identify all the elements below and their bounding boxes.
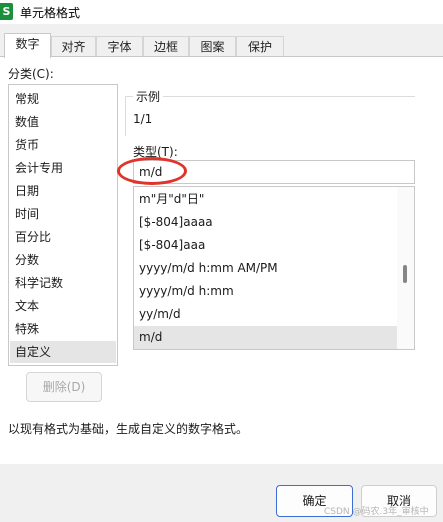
format-item[interactable]: [$-804]aaaa — [134, 211, 397, 234]
format-item-selected[interactable]: m/d — [134, 326, 397, 349]
category-item-custom[interactable]: 自定义 — [10, 341, 116, 363]
category-item-number[interactable]: 数值 — [10, 111, 116, 133]
tab-border[interactable]: 边框 — [143, 36, 189, 57]
category-item-currency[interactable]: 货币 — [10, 134, 116, 156]
tab-protection[interactable]: 保护 — [236, 36, 284, 57]
format-item[interactable]: yyyy/m/d h:mm — [134, 280, 397, 303]
category-item-fraction[interactable]: 分数 — [10, 249, 116, 271]
category-item-scientific[interactable]: 科学记数 — [10, 272, 116, 294]
tab-pattern[interactable]: 图案 — [189, 36, 236, 57]
category-item-time[interactable]: 时间 — [10, 203, 116, 225]
tab-alignment[interactable]: 对齐 — [51, 36, 96, 57]
format-list-scrollbar[interactable] — [397, 187, 414, 349]
sample-label: 示例 — [133, 88, 164, 105]
format-list[interactable]: m"月"d"日" [$-804]aaaa [$-804]aaa yyyy/m/d… — [133, 186, 415, 350]
type-label: 类型(T): — [133, 145, 178, 159]
category-item-percentage[interactable]: 百分比 — [10, 226, 116, 248]
category-item-general[interactable]: 常规 — [10, 88, 116, 110]
hint-text: 以现有格式为基础，生成自定义的数字格式。 — [8, 422, 249, 436]
category-item-date[interactable]: 日期 — [10, 180, 116, 202]
title-bar: S 单元格格式 — [0, 0, 443, 24]
format-item[interactable]: m"月"d"日" — [134, 188, 397, 211]
tab-font[interactable]: 字体 — [96, 36, 143, 57]
sample-value: 1/1 — [133, 112, 153, 126]
category-label: 分类(C): — [8, 67, 54, 81]
window-title: 单元格格式 — [20, 6, 81, 20]
category-item-accounting[interactable]: 会计专用 — [10, 157, 116, 179]
type-input[interactable] — [133, 160, 415, 184]
category-list[interactable]: 常规 数值 货币 会计专用 日期 时间 百分比 分数 科学记数 文本 特殊 自定… — [8, 84, 118, 366]
sample-group — [125, 96, 415, 136]
format-item[interactable]: [$-804]aaa — [134, 234, 397, 257]
tab-number[interactable]: 数字 — [4, 33, 51, 58]
scroll-thumb[interactable] — [403, 265, 407, 283]
tab-bar: 数字 对齐 字体 边框 图案 保护 — [0, 33, 443, 58]
watermark-text: CSDN @码农.3年_审核中 — [324, 507, 429, 517]
format-item[interactable]: yyyy/m/d h:mm AM/PM — [134, 257, 397, 280]
delete-button[interactable]: 删除(D) — [26, 372, 102, 402]
app-logo-icon: S — [0, 3, 13, 20]
format-item[interactable]: yy/m/d — [134, 303, 397, 326]
category-item-special[interactable]: 特殊 — [10, 318, 116, 340]
category-item-text[interactable]: 文本 — [10, 295, 116, 317]
